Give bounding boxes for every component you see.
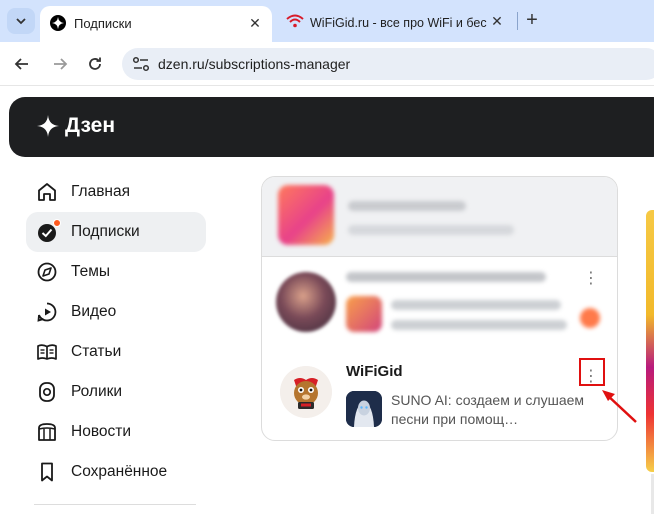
sidebar-item-label: Новости	[71, 423, 132, 440]
sidebar-item-news[interactable]: Новости	[26, 412, 206, 452]
back-button[interactable]	[10, 52, 34, 76]
tab-separator	[517, 12, 518, 30]
arrow-left-icon	[14, 58, 28, 70]
sidebar-item-topics[interactable]: Темы	[26, 252, 206, 292]
sidebar-item-label: Видео	[71, 303, 117, 320]
channel-avatar	[280, 366, 332, 418]
wifi-icon	[286, 14, 304, 28]
sidebar-item-shorts[interactable]: Ролики	[26, 372, 206, 412]
reload-icon	[89, 57, 101, 70]
video-thumbnail[interactable]	[346, 391, 382, 427]
right-column-image-edge[interactable]	[646, 210, 654, 472]
blurred-text	[346, 272, 546, 282]
blurred-thumbnail	[346, 296, 382, 332]
reload-button[interactable]	[83, 52, 107, 76]
bookmark-icon	[41, 462, 53, 482]
blurred-text	[391, 320, 567, 330]
right-column-heading-edge	[648, 184, 654, 194]
blurred-text	[391, 300, 561, 310]
subscription-item-wifigid[interactable]: WiFiGid SUNO AI: создаем и слушаем песни…	[262, 348, 617, 440]
home-icon	[38, 183, 56, 201]
more-options-icon[interactable]: ⋮	[582, 269, 600, 289]
sidebar-item-saved[interactable]: Сохранённое	[26, 452, 206, 492]
notification-badge	[53, 219, 61, 227]
sidebar-item-label: Ролики	[71, 383, 123, 400]
tab-subscriptions[interactable]: Подписки ✕	[40, 6, 272, 42]
video-title[interactable]: SUNO AI: создаем и слушаем песни при пом…	[391, 391, 611, 429]
close-tab-icon[interactable]: ✕	[488, 12, 506, 30]
sidebar-item-articles[interactable]: Статьи	[26, 332, 206, 372]
tab-wifigid[interactable]: WiFiGid.ru - все про WiFi и бес ✕	[280, 6, 512, 38]
address-bar[interactable]: dzen.ru/subscriptions-manager	[122, 48, 654, 80]
highlight-box	[579, 358, 605, 386]
compass-icon	[37, 262, 57, 282]
tab-title: Подписки	[74, 16, 132, 31]
address-url: dzen.ru/subscriptions-manager	[158, 56, 351, 72]
blurred-badge	[580, 308, 600, 328]
shorts-icon	[39, 382, 55, 402]
browser-toolbar: dzen.ru/subscriptions-manager	[0, 42, 654, 86]
brand-name[interactable]: Дзен	[65, 114, 115, 138]
channel-name[interactable]: WiFiGid	[346, 363, 403, 380]
blurred-thumbnail	[278, 185, 334, 245]
tab-search-button[interactable]	[7, 8, 35, 34]
sidebar-item-label: Подписки	[71, 223, 140, 240]
blurred-text	[348, 225, 514, 235]
sidebar-divider	[34, 504, 196, 505]
subscriptions-card: ⋮ WiFiGid SUNO AI: создаем и слушаем пес…	[261, 176, 618, 441]
sidebar-item-home[interactable]: Главная	[26, 172, 206, 212]
subscription-item[interactable]: ⋮	[262, 258, 617, 348]
sidebar-item-subscriptions[interactable]: Подписки	[26, 212, 206, 252]
site-settings-icon[interactable]	[132, 56, 150, 72]
close-tab-icon[interactable]: ✕	[246, 14, 264, 32]
blurred-text	[348, 201, 466, 211]
dzen-favicon-icon	[50, 15, 66, 31]
video-icon	[37, 302, 57, 322]
news-icon	[38, 423, 56, 441]
all-subscriptions-row[interactable]	[262, 177, 617, 257]
sidebar-item-label: Сохранённое	[71, 463, 168, 480]
red-arrow-annotation	[602, 390, 637, 423]
tab-title: WiFiGid.ru - все про WiFi и бес	[310, 16, 487, 30]
channel-avatar	[276, 272, 336, 332]
sidebar-item-label: Статьи	[71, 343, 122, 360]
arrow-right-icon	[54, 58, 68, 70]
dzen-header: Дзен	[9, 97, 654, 157]
browser-tab-strip: Подписки ✕ WiFiGid.ru - все про WiFi и б…	[0, 0, 654, 42]
sidebar-item-label: Темы	[71, 263, 111, 280]
chevron-down-icon	[16, 18, 26, 25]
sidebar-item-video[interactable]: Видео	[26, 292, 206, 332]
sidebar-item-label: Главная	[71, 183, 130, 200]
new-tab-button[interactable]: +	[521, 9, 543, 31]
dzen-logo-icon[interactable]	[37, 115, 59, 137]
book-icon	[37, 344, 57, 360]
forward-button[interactable]	[48, 52, 72, 76]
